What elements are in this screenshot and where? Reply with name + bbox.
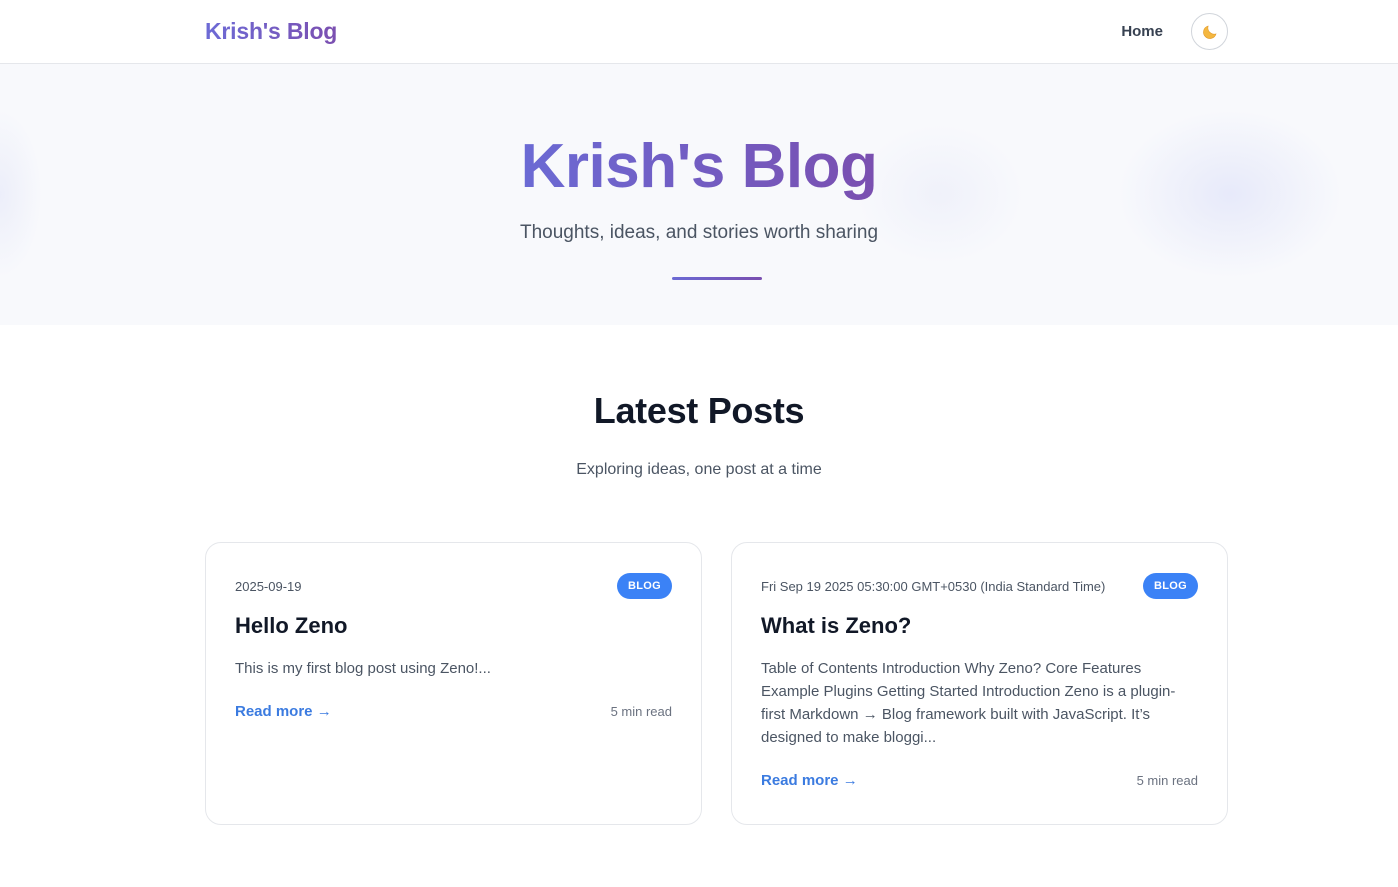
- moon-icon: [1202, 25, 1216, 39]
- hero-subtitle: Thoughts, ideas, and stories worth shari…: [519, 222, 879, 243]
- post-card[interactable]: 2025-09-19 BLOG Hello Zeno This is my fi…: [205, 542, 702, 825]
- hero-divider: [672, 277, 762, 280]
- brand-logo[interactable]: Krish's Blog: [205, 18, 337, 45]
- hero: Krish's Blog Thoughts, ideas, and storie…: [0, 64, 1398, 325]
- read-more-link[interactable]: Read more →: [761, 772, 858, 789]
- post-tag-badge[interactable]: BLOG: [1143, 573, 1198, 599]
- nav-link-home[interactable]: Home: [1121, 23, 1163, 40]
- section-title: Latest Posts: [593, 390, 805, 431]
- section-subtitle: Exploring ideas, one post at a time: [576, 461, 822, 478]
- post-read-time: 5 min read: [1136, 773, 1198, 788]
- post-meta: 2025-09-19 BLOG: [235, 573, 672, 599]
- hero-title-text: Krish's Blog: [520, 132, 878, 201]
- post-title[interactable]: What is Zeno?: [761, 613, 1198, 639]
- post-meta: Fri Sep 19 2025 05:30:00 GMT+0530 (India…: [761, 573, 1198, 599]
- read-more-link[interactable]: Read more →: [235, 703, 332, 720]
- post-read-time: 5 min read: [610, 704, 672, 719]
- post-card[interactable]: Fri Sep 19 2025 05:30:00 GMT+0530 (India…: [731, 542, 1228, 825]
- post-date: 2025-09-19: [235, 578, 302, 594]
- hero-title: Krish's Blog: [0, 136, 1398, 198]
- post-excerpt: Table of Contents Introduction Why Zeno?…: [761, 660, 1176, 746]
- navbar: Krish's Blog Home: [0, 0, 1398, 64]
- post-title[interactable]: Hello Zeno: [235, 613, 672, 639]
- navbar-inner: Krish's Blog Home: [205, 0, 1228, 63]
- post-excerpt: This is my first blog post using Zeno!..…: [235, 660, 491, 677]
- post-footer: Read more → 5 min read: [761, 772, 1198, 789]
- nav-right: Home: [1121, 13, 1228, 50]
- post-tag-badge[interactable]: BLOG: [617, 573, 672, 599]
- post-date: Fri Sep 19 2025 05:30:00 GMT+0530 (India…: [761, 578, 1106, 594]
- theme-toggle-button[interactable]: [1191, 13, 1228, 50]
- post-footer: Read more → 5 min read: [235, 703, 672, 720]
